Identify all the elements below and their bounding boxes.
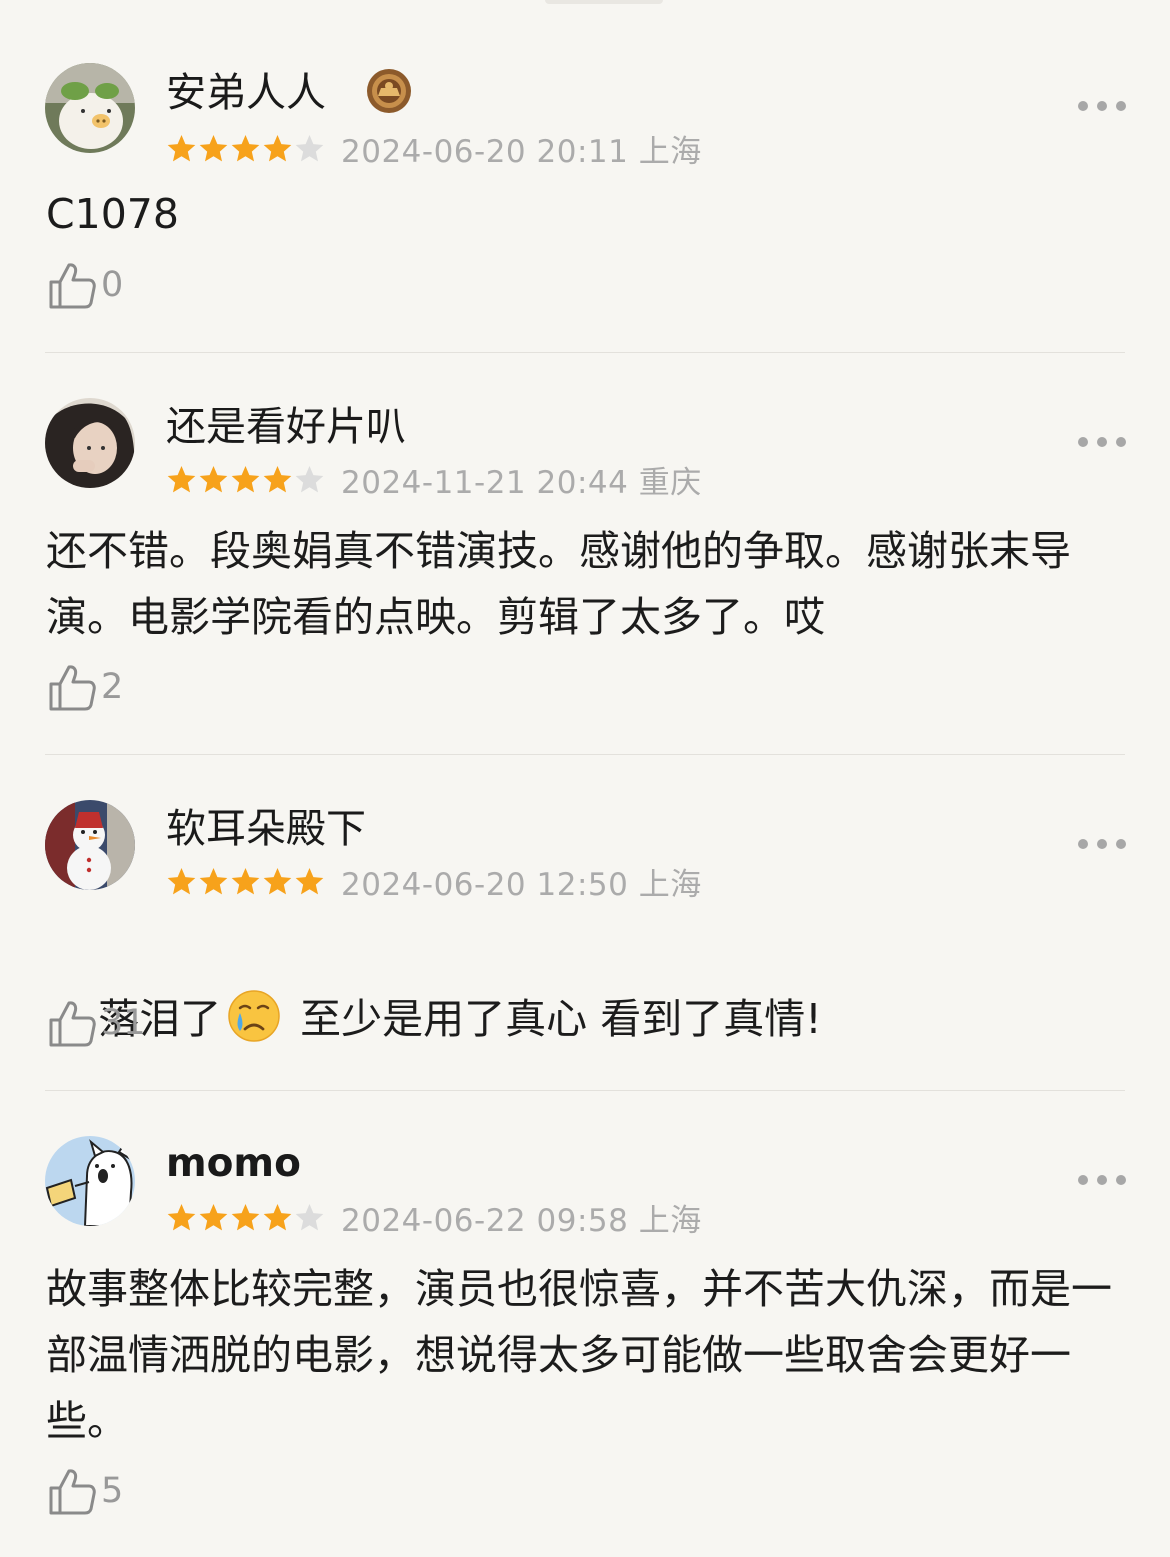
like-button[interactable]: 5 — [47, 1465, 123, 1517]
star-filled-icon — [295, 867, 324, 894]
star-filled-icon — [263, 134, 292, 161]
like-button[interactable]: 0 — [47, 259, 123, 311]
more-icon[interactable] — [1078, 430, 1126, 454]
divider — [45, 352, 1125, 353]
star-filled-icon — [199, 1203, 228, 1230]
comment-text: C1078 — [46, 190, 179, 238]
avatar[interactable] — [45, 63, 135, 153]
comment-text: 落泪了 至少是用了真心 看到了真情! — [46, 920, 1126, 1118]
more-icon[interactable] — [1078, 94, 1126, 118]
star-rating — [166, 1202, 325, 1233]
like-button[interactable]: 31 — [47, 997, 146, 1049]
rating-row: 2024-06-20 12:50 上海 — [166, 861, 702, 903]
sheet-grabber[interactable] — [545, 0, 663, 4]
star-filled-icon — [231, 867, 260, 894]
timestamp-location: 2024-06-20 20:11 上海 — [341, 133, 702, 170]
star-filled-icon — [231, 465, 260, 492]
star-filled-icon — [231, 134, 260, 161]
avatar[interactable] — [45, 800, 135, 890]
divider — [45, 754, 1125, 755]
timestamp-location: 2024-06-20 12:50 上海 — [341, 866, 702, 903]
divider — [45, 1090, 1125, 1091]
crying-face-emoji — [228, 990, 280, 1042]
star-filled-icon — [263, 867, 292, 894]
star-filled-icon — [167, 867, 196, 894]
star-filled-icon — [263, 1203, 292, 1230]
comment-text: 还不错。段奥娟真不错演技。感谢他的争取。感谢张末导演。电影学院看的点映。剪辑了太… — [46, 527, 1071, 641]
rating-row: 2024-11-21 20:44 重庆 — [166, 459, 702, 501]
username[interactable]: 软耳朵殿下 — [166, 805, 366, 853]
thumbs-up-icon — [49, 1469, 96, 1515]
comment-text-part: 至少是用了真心 看到了真情! — [287, 995, 822, 1043]
timestamp-location: 2024-11-21 20:44 重庆 — [341, 464, 702, 501]
thumbs-up-icon — [49, 1001, 96, 1047]
star-rating — [166, 464, 325, 495]
like-count: 2 — [101, 667, 124, 707]
like-button[interactable]: 2 — [47, 661, 123, 713]
username[interactable]: 安弟人人 — [166, 69, 326, 117]
star-filled-icon — [199, 134, 228, 161]
rating-row: 2024-06-22 09:58 上海 — [166, 1197, 702, 1239]
star-filled-icon — [231, 1203, 260, 1230]
thumbs-up-icon — [49, 263, 96, 309]
star-filled-icon — [263, 465, 292, 492]
like-count: 31 — [101, 1003, 146, 1043]
more-icon[interactable] — [1078, 1168, 1126, 1192]
star-filled-icon — [167, 134, 196, 161]
rating-row: 2024-06-20 20:11 上海 — [166, 128, 702, 170]
comment-text: 故事整体比较完整，演员也很惊喜，并不苦大仇深，而是一部温情洒脱的电影，想说得太多… — [46, 1265, 1112, 1445]
medal-badge-icon — [364, 66, 414, 116]
thumbs-up-icon — [49, 665, 96, 711]
star-rating — [166, 133, 325, 164]
star-empty-icon — [295, 134, 324, 161]
star-rating — [166, 866, 325, 897]
username[interactable]: 还是看好片叭 — [166, 403, 406, 451]
star-empty-icon — [295, 465, 324, 492]
star-filled-icon — [167, 1203, 196, 1230]
star-empty-icon — [295, 1203, 324, 1230]
timestamp-location: 2024-06-22 09:58 上海 — [341, 1202, 702, 1239]
star-filled-icon — [199, 867, 228, 894]
more-icon[interactable] — [1078, 832, 1126, 856]
star-filled-icon — [167, 465, 196, 492]
avatar[interactable] — [45, 1136, 135, 1226]
like-count: 0 — [101, 265, 124, 305]
username[interactable]: momo — [166, 1140, 301, 1188]
avatar[interactable] — [45, 398, 135, 488]
like-count: 5 — [101, 1471, 124, 1511]
star-filled-icon — [199, 465, 228, 492]
